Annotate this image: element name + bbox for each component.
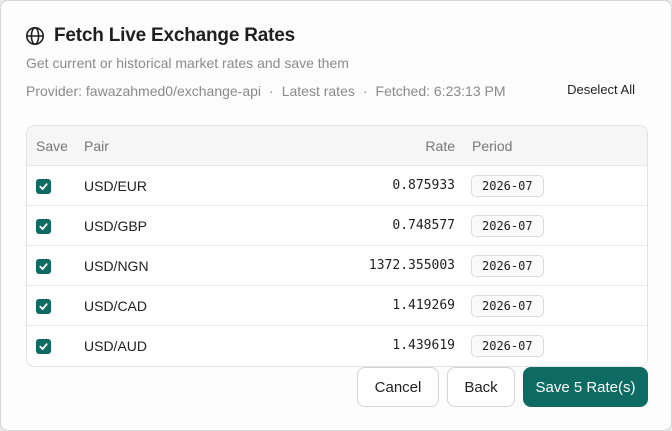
table-row: USD/CAD 1.419269 2026-07 (27, 286, 647, 326)
deselect-all-button[interactable]: Deselect All (567, 82, 635, 97)
fetch-rates-dialog: Fetch Live Exchange Rates Get current or… (0, 0, 672, 431)
header-rate: Rate (425, 138, 455, 154)
pair-cell: USD/NGN (84, 258, 149, 274)
rates-table: Save Pair Rate Period USD/EUR 0.875933 202… (26, 125, 648, 367)
checkmark-icon (39, 343, 48, 350)
header-pair: Pair (84, 138, 109, 154)
checkmark-icon (39, 223, 48, 230)
table-row: USD/GBP 0.748577 2026-07 (27, 206, 647, 246)
table-row: USD/EUR 0.875933 2026-07 (27, 166, 647, 206)
save-checkbox[interactable] (36, 259, 51, 274)
rate-cell: 0.875933 (392, 178, 455, 193)
rate-cell: 0.748577 (392, 218, 455, 233)
checkmark-icon (39, 263, 48, 270)
meta-separator: · (269, 83, 274, 99)
mode-text: Latest rates (281, 83, 355, 99)
dialog-title: Fetch Live Exchange Rates (54, 25, 296, 46)
pair-cell: USD/AUD (84, 338, 148, 354)
fetched-time-text: Fetched: 6:23:13 PM (375, 83, 506, 99)
save-rates-button[interactable]: Save 5 Rate(s) (523, 367, 648, 407)
table-body: USD/EUR 0.875933 2026-07 USD/GBP 0.748577 202… (27, 166, 647, 366)
pair-cell: USD/CAD (84, 298, 148, 314)
save-checkbox[interactable] (36, 339, 51, 354)
globe-icon (25, 26, 45, 46)
header-save: Save (36, 138, 68, 154)
meta-separator: · (362, 83, 368, 99)
save-checkbox[interactable] (36, 179, 51, 194)
pair-cell: USD/GBP (84, 218, 148, 234)
save-checkbox[interactable] (36, 219, 51, 234)
cancel-button[interactable]: Cancel (357, 367, 439, 407)
rate-cell: 1.439619 (392, 338, 455, 353)
checkmark-icon (39, 303, 48, 310)
period-badge: 2026-07 (471, 255, 544, 277)
period-badge: 2026-07 (471, 335, 544, 357)
table-row: USD/NGN 1372.355003 2026-07 (27, 246, 647, 286)
table-row: USD/AUD 1.439619 2026-07 (27, 326, 647, 366)
period-badge: 2026-07 (471, 175, 544, 197)
pair-cell: USD/EUR (84, 178, 148, 194)
period-badge: 2026-07 (471, 215, 544, 237)
fetch-metadata: Provider: fawazahmed0/exchange-api · Lat… (26, 83, 506, 99)
back-button[interactable]: Back (447, 367, 515, 407)
header-period: Period (472, 138, 513, 154)
dialog-subtitle: Get current or historical market rates a… (26, 55, 349, 71)
table-header: Save Pair Rate Period (27, 126, 647, 166)
rate-cell: 1372.355003 (368, 258, 455, 273)
save-checkbox[interactable] (36, 299, 51, 314)
rate-cell: 1.419269 (392, 298, 455, 313)
period-badge: 2026-07 (471, 295, 544, 317)
checkmark-icon (39, 183, 48, 190)
provider-text: Provider: fawazahmed0/exchange-api (26, 83, 262, 99)
dialog-header: Fetch Live Exchange Rates (25, 25, 295, 47)
